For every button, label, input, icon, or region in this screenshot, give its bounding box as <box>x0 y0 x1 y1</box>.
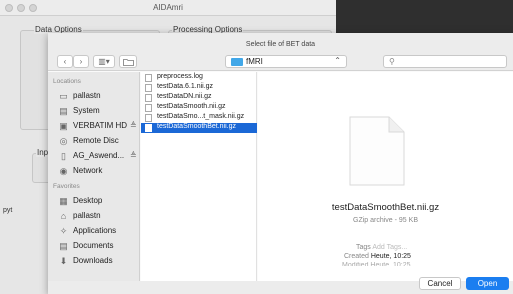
sidebar-item-label: Applications <box>73 226 117 235</box>
disc-icon: ◎ <box>59 136 68 146</box>
eject-icon[interactable]: ≜ <box>130 121 137 130</box>
tags-label: Tags <box>356 244 371 251</box>
file-icon <box>145 84 152 92</box>
applications-icon: ✧ <box>59 226 68 236</box>
file-row[interactable]: testData.6.1.nii.gz <box>141 83 257 93</box>
preview-file-name: testDataSmoothBet.nii.gz <box>331 202 440 213</box>
document-icon <box>349 116 405 186</box>
location-label: fMRI <box>246 57 263 66</box>
search-icon: ⚲ <box>389 57 395 66</box>
file-name: testDataSmoothBet.nii.gz <box>157 123 236 130</box>
file-name: testDataSmooth.nii.gz <box>157 103 226 110</box>
view-mode-button[interactable]: ▥▾ <box>93 55 115 68</box>
sidebar-item-pallastn-home[interactable]: ⌂ pallastn <box>58 210 139 223</box>
tags-row: Tags Add Tags... <box>356 244 407 251</box>
open-file-dialog: Select file of BET data ‹ › ▥▾ fMRI ⌃ ⚲ … <box>48 33 513 294</box>
file-icon <box>145 74 152 82</box>
sidebar-item-pallastn-computer[interactable]: ▭ pallastn <box>58 90 139 103</box>
file-preview-pane: testDataSmoothBet.nii.gz GZip archive - … <box>258 72 513 281</box>
file-icon <box>145 114 152 122</box>
desktop-icon: ▦ <box>59 196 68 206</box>
file-list: preprocess.log testData.6.1.nii.gz testD… <box>141 72 257 281</box>
sidebar-item-ag-aswend[interactable]: ▯ AG_Aswend... ≜ <box>58 150 139 163</box>
downloads-icon: ⬇ <box>59 256 68 266</box>
file-row[interactable]: preprocess.log <box>141 73 257 83</box>
network-icon: ◉ <box>59 166 68 176</box>
sidebar-item-label: VERBATIM HD <box>73 121 128 130</box>
sidebar-item-label: AG_Aswend... <box>73 151 125 160</box>
updown-chevron-icon: ⌃ <box>334 56 341 65</box>
sidebar-item-remote-disc[interactable]: ◎ Remote Disc <box>58 135 139 148</box>
app-title: AIDAmri <box>153 3 183 12</box>
sidebar-section-locations: Locations <box>53 78 81 85</box>
sidebar-item-label: pallastn <box>73 211 101 220</box>
python-label: pyt <box>3 207 13 214</box>
add-tags-field[interactable]: Add Tags... <box>372 244 407 251</box>
sidebar-item-network[interactable]: ◉ Network <box>58 165 139 178</box>
sidebar-item-label: Downloads <box>73 256 113 265</box>
columns-view-icon: ▥▾ <box>98 57 110 66</box>
chevron-left-icon: ‹ <box>63 57 67 66</box>
folder-icon <box>231 58 243 66</box>
file-row[interactable]: testDataSmo...t_mask.nii.gz <box>141 113 257 123</box>
disk-icon: ▤ <box>59 106 68 116</box>
modified-row-partial: Modified Heute, 10:25 <box>342 262 411 266</box>
cancel-button[interactable]: Cancel <box>419 277 461 290</box>
eject-icon[interactable]: ≜ <box>130 151 137 160</box>
back-button[interactable]: ‹ <box>57 55 73 68</box>
sidebar-section-favorites: Favorites <box>53 183 80 190</box>
file-name: testData.6.1.nii.gz <box>157 83 214 90</box>
folder-icon <box>122 59 134 66</box>
sidebar-item-verbatim-hd[interactable]: ▣ VERBATIM HD ≜ <box>58 120 139 133</box>
file-icon <box>145 124 152 132</box>
created-value: Heute, 10:25 <box>370 253 411 260</box>
location-popup[interactable]: fMRI ⌃ <box>225 55 347 68</box>
dialog-title: Select file of BET data <box>245 41 316 48</box>
chevron-right-icon: › <box>79 57 83 66</box>
sidebar-item-documents[interactable]: ▤ Documents <box>58 240 139 253</box>
home-icon: ⌂ <box>60 211 67 221</box>
sidebar-item-downloads[interactable]: ⬇ Downloads <box>58 255 139 268</box>
created-row: Created Heute, 10:25 <box>344 253 411 260</box>
sidebar-item-label: Desktop <box>73 196 103 205</box>
file-icon <box>145 104 152 112</box>
open-button[interactable]: Open <box>466 277 509 290</box>
file-icon <box>145 94 152 102</box>
sidebar-item-label: Network <box>73 166 103 175</box>
app-titlebar: AIDAmri <box>0 0 336 16</box>
forward-button[interactable]: › <box>73 55 89 68</box>
computer-icon: ▭ <box>59 91 68 101</box>
search-input[interactable]: ⚲ <box>383 55 507 68</box>
sidebar-item-label: Remote Disc <box>73 136 119 145</box>
sidebar-item-applications[interactable]: ✧ Applications <box>58 225 139 238</box>
file-row-selected[interactable]: testDataSmoothBet.nii.gz <box>141 123 257 133</box>
external-disk-icon: ▣ <box>59 121 68 131</box>
sidebar-item-system[interactable]: ▤ System <box>58 105 139 118</box>
created-label: Created <box>344 253 369 260</box>
documents-icon: ▤ <box>59 241 68 251</box>
new-folder-button[interactable] <box>119 55 137 68</box>
dialog-toolbar: ‹ › ▥▾ fMRI ⌃ ⚲ <box>48 51 513 71</box>
file-row[interactable]: testDataDN.nii.gz <box>141 93 257 103</box>
drive-icon: ▯ <box>61 151 66 161</box>
sidebar-item-label: Documents <box>73 241 114 250</box>
file-name: testDataDN.nii.gz <box>157 93 212 100</box>
file-row[interactable]: testDataSmooth.nii.gz <box>141 103 257 113</box>
file-name: preprocess.log <box>157 73 203 80</box>
preview-file-kind: GZip archive - 95 KB <box>353 217 418 224</box>
sidebar-item-label: pallastn <box>73 91 101 100</box>
sidebar-item-desktop[interactable]: ▦ Desktop <box>58 195 139 208</box>
dialog-sidebar: Locations ▭ pallastn ▤ System ▣ VERBATIM… <box>48 72 140 281</box>
sidebar-item-label: System <box>73 106 100 115</box>
file-name: testDataSmo...t_mask.nii.gz <box>157 113 245 120</box>
